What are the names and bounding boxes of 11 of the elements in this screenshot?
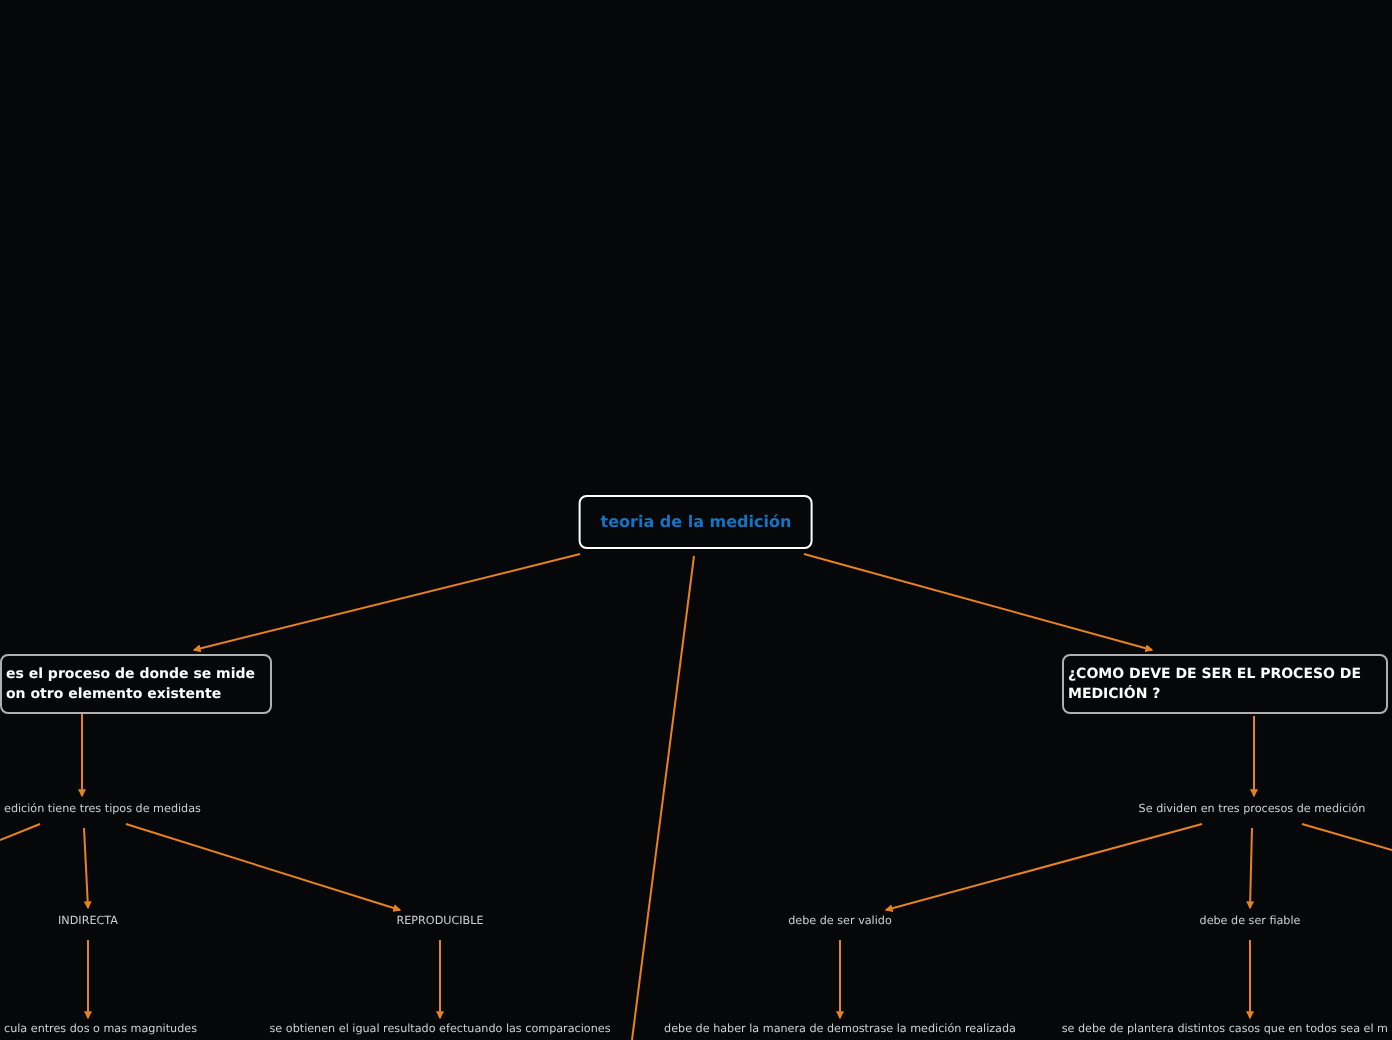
connector-arrow (84, 939, 92, 1020)
central-topic[interactable]: teoria de la medición (578, 495, 814, 549)
connector-line (1301, 823, 1392, 851)
connector-arrow (1246, 939, 1254, 1020)
connector-arrow (83, 827, 92, 910)
connector-arrow (1246, 827, 1255, 910)
connector-arrow (836, 939, 844, 1020)
connector-line (0, 823, 41, 841)
connector-arrow (78, 713, 86, 798)
connector-arrow (1250, 715, 1258, 798)
connector-arrow (436, 939, 444, 1020)
